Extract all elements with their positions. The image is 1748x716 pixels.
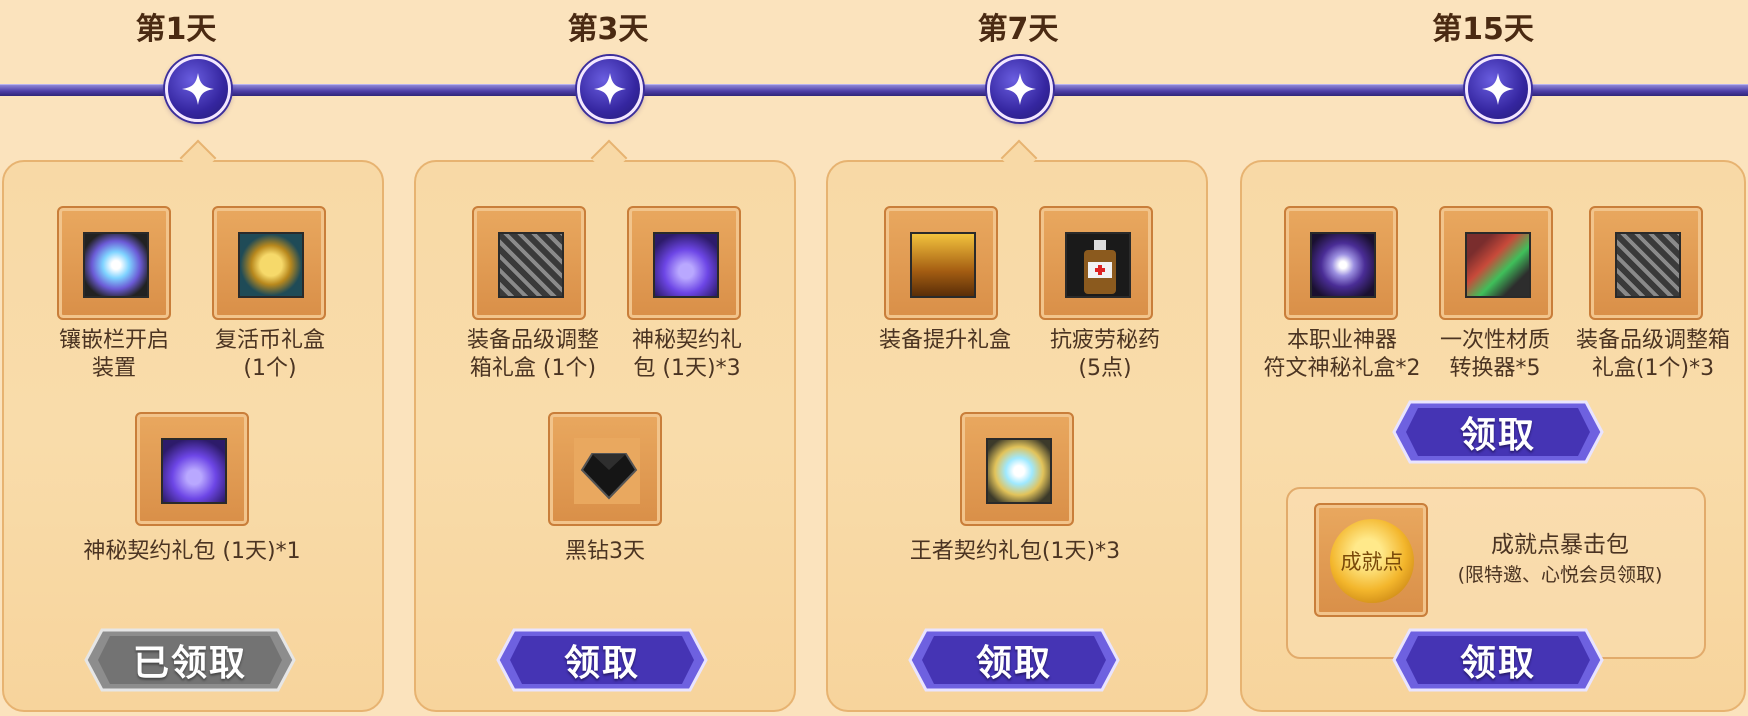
- item-slot[interactable]: [960, 412, 1074, 526]
- item-slot[interactable]: [1284, 206, 1398, 320]
- item-slot[interactable]: [627, 206, 741, 320]
- socket-crystal-icon: [83, 232, 149, 298]
- day-label-15: 第15天: [1432, 12, 1534, 47]
- claim-button-label: 领取: [563, 643, 640, 684]
- bonus-title: 成就点暴击包: [1491, 532, 1629, 558]
- gear-box-icon: [498, 232, 564, 298]
- purple-pouch-icon: [161, 438, 227, 504]
- item-label: 一次性材质 转换器*5: [1439, 328, 1550, 381]
- item-label: 神秘契约礼包 (1天)*3: [631, 328, 742, 381]
- bonus-note: (限特邀、心悦会员领取): [1457, 564, 1663, 586]
- item-slot[interactable]: [57, 206, 171, 320]
- revive-coin-icon: [238, 232, 304, 298]
- claim-button-label: 领取: [1459, 415, 1536, 456]
- item-label: 镶嵌栏开启 装置: [58, 328, 169, 381]
- day-label-7: 第7天: [977, 12, 1059, 47]
- gear-box-icon: [1615, 232, 1681, 298]
- item-slot[interactable]: [1439, 206, 1553, 320]
- item-label: 装备品级调整箱 礼盒(1个)*3: [1575, 328, 1730, 381]
- item-label: 王者契约礼包(1天)*3: [909, 539, 1121, 564]
- item-slot[interactable]: 成就点: [1314, 503, 1428, 617]
- timeline-node-day7: [987, 56, 1053, 122]
- sparkle-icon: [594, 73, 626, 105]
- day-label-1: 第1天: [135, 12, 217, 47]
- item-label: 复活币礼盒 (1个): [214, 328, 325, 381]
- claim-button-day3[interactable]: 领取: [496, 628, 708, 692]
- claimed-button-label: 已领取: [132, 643, 247, 684]
- item-label: 本职业神器 符文神秘礼盒*2: [1263, 328, 1421, 381]
- timeline-node-day15: [1465, 56, 1531, 122]
- claim-button-label: 领取: [1459, 643, 1536, 684]
- item-slot[interactable]: [884, 206, 998, 320]
- timeline-node-day3: [577, 56, 643, 122]
- sparkle-icon: [1004, 73, 1036, 105]
- material-converter-icon: [1465, 232, 1531, 298]
- claim-button-label: 领取: [975, 643, 1052, 684]
- item-label: 神秘契约礼包 (1天)*1: [83, 539, 301, 564]
- purple-pouch-icon: [653, 232, 719, 298]
- item-slot[interactable]: [1039, 206, 1153, 320]
- claim-bonus-button[interactable]: 领取: [1392, 628, 1604, 692]
- item-label: 抗疲劳秘药 (5点): [1049, 328, 1160, 381]
- claim-button-day7[interactable]: 领取: [908, 628, 1120, 692]
- item-label: 装备品级调整 箱礼盒 (1个): [466, 328, 599, 381]
- claim-button-day15[interactable]: 领取: [1392, 400, 1604, 464]
- sparkle-icon: [1482, 73, 1514, 105]
- king-contract-icon: [986, 438, 1052, 504]
- item-slot[interactable]: [212, 206, 326, 320]
- potion-bottle-icon: [1065, 232, 1131, 298]
- timeline-node-day1: [165, 56, 231, 122]
- claimed-button-day1[interactable]: 已领取: [84, 628, 296, 692]
- achievement-coin-icon: 成就点: [1330, 519, 1414, 603]
- item-slot[interactable]: [548, 412, 662, 526]
- item-label: 装备提升礼盒: [878, 328, 1011, 353]
- item-slot[interactable]: [472, 206, 586, 320]
- treasure-chest-icon: [910, 232, 976, 298]
- rune-box-icon: [1310, 232, 1376, 298]
- item-label: 黑钻3天: [565, 539, 645, 564]
- coin-label: 成就点: [1340, 550, 1404, 574]
- day-label-3: 第3天: [567, 12, 649, 47]
- black-diamond-icon: [574, 438, 640, 504]
- sparkle-icon: [182, 73, 214, 105]
- item-slot[interactable]: [135, 412, 249, 526]
- item-slot[interactable]: [1589, 206, 1703, 320]
